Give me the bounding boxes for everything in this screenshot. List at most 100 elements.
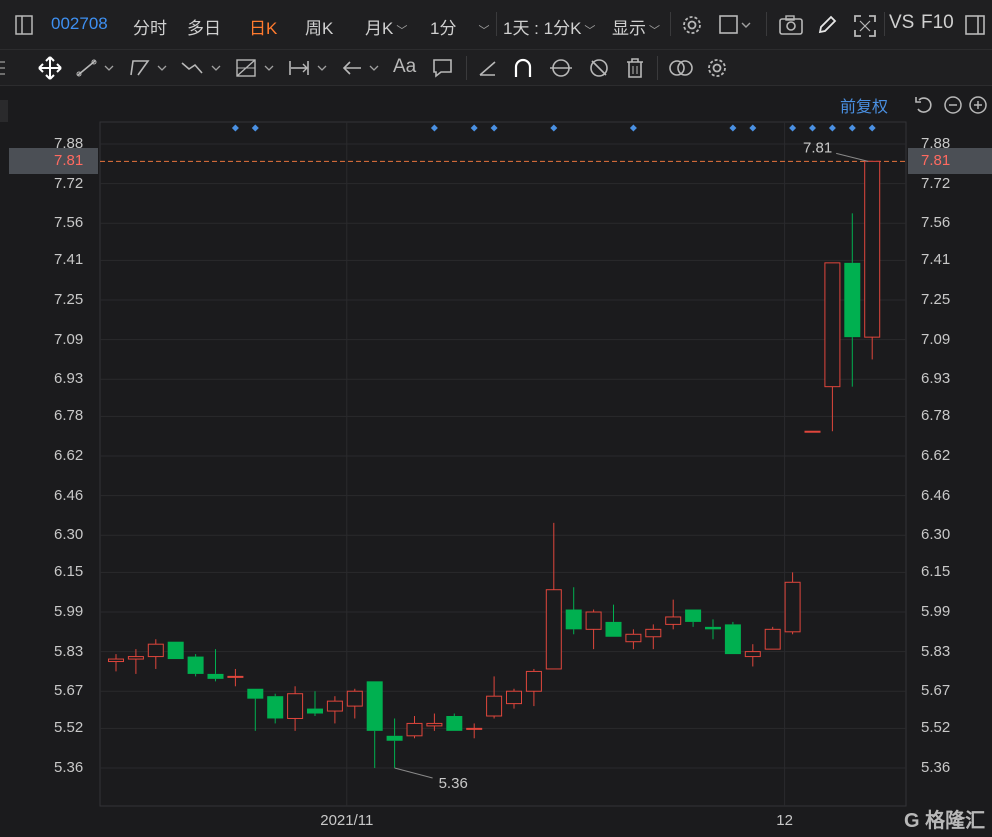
candle-body [267, 696, 284, 719]
y-tick-label-right: 6.78 [921, 407, 951, 425]
event-marker [231, 124, 239, 132]
y-tick-label-right: 5.99 [921, 603, 951, 620]
candle [804, 430, 821, 433]
candle-body [764, 628, 781, 650]
candle [525, 668, 542, 707]
candle [307, 691, 323, 716]
event-marker [749, 124, 757, 132]
candlestick-chart[interactable]: 7.81 5.36 [0, 0, 992, 837]
candle-body [187, 656, 204, 674]
y-tick-label-left: 6.93 [54, 370, 84, 388]
event-marker [490, 124, 498, 132]
candle [764, 626, 781, 650]
candle-body [227, 675, 244, 678]
event-marker [430, 124, 438, 132]
candle-body [824, 262, 841, 388]
annotations: 7.81 5.36 [394, 139, 869, 792]
candle-body [127, 656, 144, 660]
candle-body [167, 641, 184, 660]
event-marker [848, 124, 856, 132]
candle-body [844, 262, 861, 338]
y-tick-label-right: 7.72 [921, 174, 951, 192]
candle [287, 686, 304, 731]
candle-body [724, 624, 741, 655]
candle-body [864, 160, 881, 338]
candle-body [406, 722, 423, 737]
event-marker [809, 124, 816, 132]
y-tick-label-left: 7.72 [54, 174, 84, 192]
event-marker [729, 124, 737, 132]
candle-body [665, 616, 682, 625]
candle [506, 688, 522, 709]
event-marker [789, 124, 797, 132]
y-tick-label-right: 6.93 [921, 370, 951, 388]
candle-body [545, 589, 562, 670]
low-annotation: 5.36 [439, 775, 468, 792]
candle [406, 716, 423, 739]
candle-body [386, 735, 403, 741]
y-tick-label-right: 7.41 [921, 251, 951, 269]
y-tick-label-left: 7.88 [54, 135, 84, 152]
candle-body [685, 609, 702, 622]
candle-body [287, 693, 304, 719]
high-annotation: 7.81 [803, 139, 832, 156]
candle [127, 649, 144, 674]
event-markers [231, 124, 876, 132]
candle [744, 644, 761, 667]
y-tick-label-right: 6.46 [921, 486, 951, 504]
y-tick-label-right: 7.09 [921, 330, 951, 348]
x-tick-label: 2021/11 [320, 812, 374, 829]
y-tick-label-left: 6.30 [54, 526, 84, 544]
y-tick-label-left: 7.25 [54, 291, 84, 308]
candle-body [426, 722, 443, 727]
candle-body [307, 708, 323, 714]
candle [267, 693, 284, 724]
candle-body [466, 727, 483, 730]
y-tick-label-left: 6.15 [54, 563, 84, 581]
candle [545, 522, 562, 670]
candle [346, 688, 363, 719]
candle [167, 641, 184, 660]
y-tick-label-left: 5.36 [54, 759, 84, 776]
candle-body [585, 611, 602, 630]
watermark-logo: G 格隆汇 [904, 810, 986, 832]
candle-body [326, 700, 343, 712]
event-marker [251, 124, 259, 132]
candle-body [645, 628, 662, 638]
event-marker [470, 124, 478, 132]
event-marker [868, 124, 876, 132]
candle [585, 609, 602, 650]
candle [207, 649, 224, 682]
candle [326, 696, 343, 724]
candle [366, 681, 383, 768]
candle [645, 624, 662, 650]
y-tick-label-left: 7.09 [54, 330, 84, 348]
candle [108, 654, 124, 672]
candle [466, 723, 483, 739]
x-tick-label: 12 [776, 812, 793, 829]
y-tick-label-left: 5.67 [54, 682, 84, 700]
candle-body [247, 688, 264, 699]
candle-body [207, 673, 224, 679]
y-tick-label-left: 6.46 [54, 486, 84, 504]
candle-body [804, 430, 821, 433]
annotation-leader [836, 152, 869, 162]
candle-body [625, 633, 642, 643]
candle [247, 688, 264, 731]
y-tick-label-right: 7.88 [921, 135, 951, 152]
candle [685, 609, 702, 627]
y-tick-label-right: 6.15 [921, 563, 951, 581]
candles [108, 160, 881, 768]
y-tick-label-right: 5.52 [921, 719, 951, 737]
candle-body [565, 609, 582, 630]
candle-body [525, 670, 542, 692]
candle-body [446, 716, 463, 731]
candle [665, 599, 682, 630]
y-tick-label-left: 6.78 [54, 407, 84, 425]
y-tick-label-left: 5.99 [54, 603, 84, 620]
event-marker [629, 124, 637, 132]
candle-body [784, 581, 801, 633]
grid [99, 121, 907, 807]
candle-body [366, 681, 383, 731]
y-tick-label-right: 7.56 [921, 214, 951, 232]
